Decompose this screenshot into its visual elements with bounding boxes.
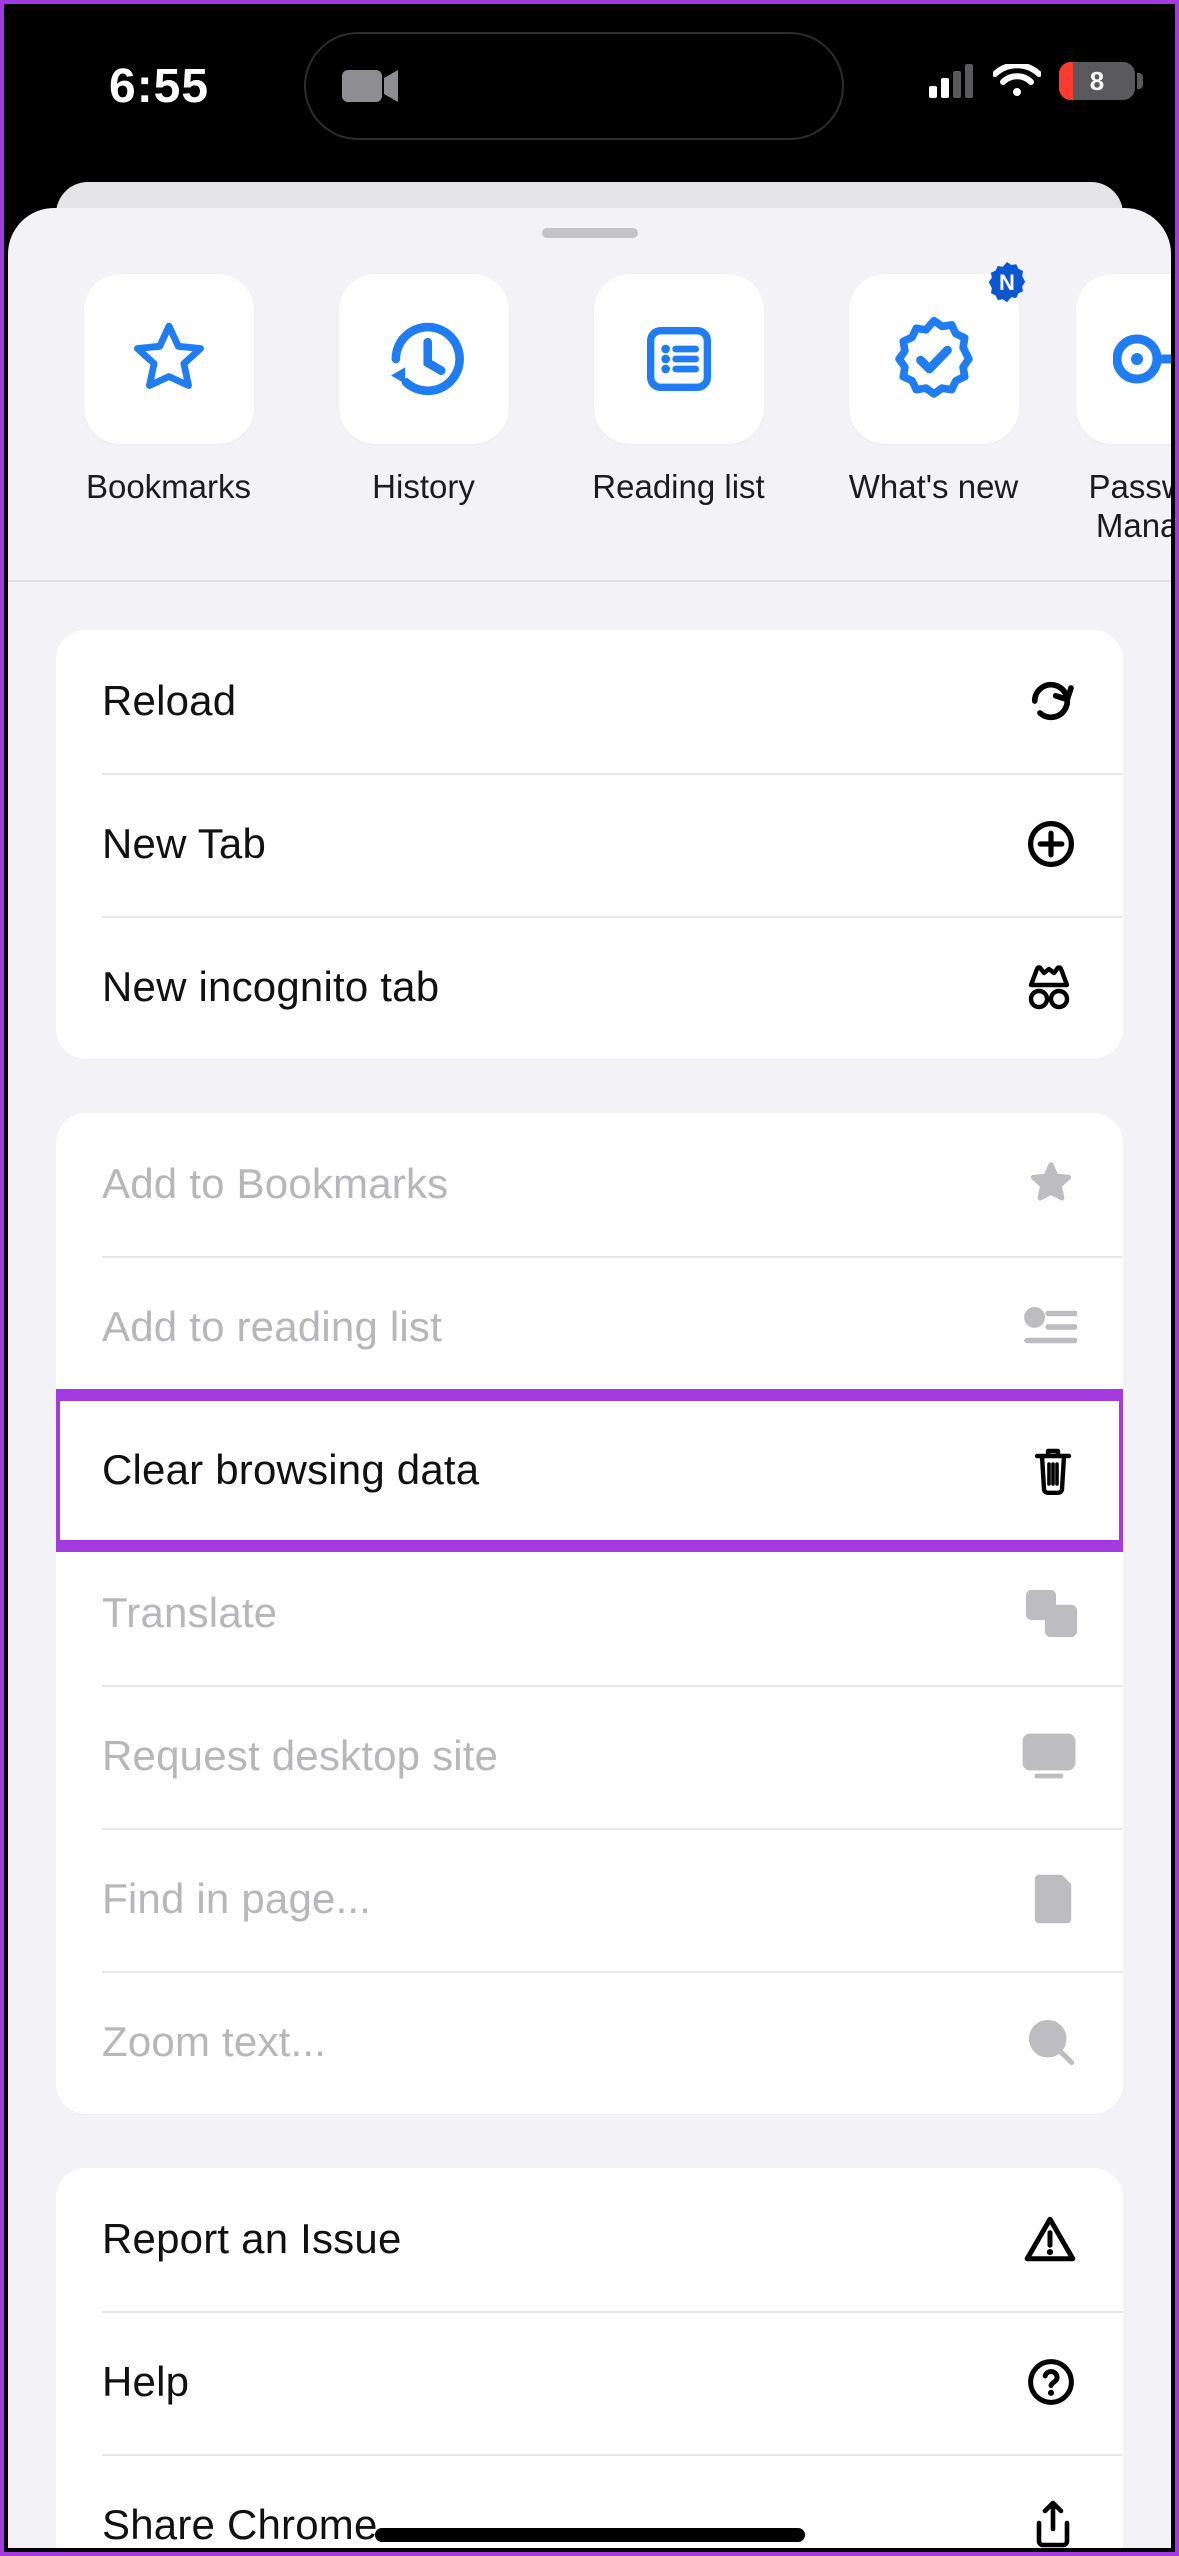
menu-item-desktop-site: Request desktop site xyxy=(56,1685,1123,1828)
zoom-in-icon xyxy=(1021,2016,1077,2068)
shortcut-label: What's new xyxy=(849,468,1019,507)
menu-item-report-issue[interactable]: Report an Issue xyxy=(56,2168,1123,2311)
star-outline-icon xyxy=(1021,1158,1077,1210)
menu-item-label: Request desktop site xyxy=(102,1732,498,1780)
shortcut-row[interactable]: Bookmarks History xyxy=(8,238,1171,582)
menu-item-incognito[interactable]: New incognito tab xyxy=(56,916,1123,1059)
new-badge-icon: N xyxy=(983,260,1031,308)
menu-item-clear-browsing-data[interactable]: Clear browsing data xyxy=(56,1399,1123,1542)
find-in-page-icon xyxy=(1021,1873,1077,1925)
menu-item-translate: Translate G 文 xyxy=(56,1542,1123,1685)
menu-item-label: Report an Issue xyxy=(102,2215,402,2263)
help-icon xyxy=(1021,2356,1077,2408)
shortcut-label: Bookmarks xyxy=(86,468,251,507)
shortcut-whats-new[interactable]: N What's new xyxy=(821,274,1046,546)
shortcut-bookmarks[interactable]: Bookmarks xyxy=(56,274,281,546)
menu-group-support: Report an Issue Help Share Chrome xyxy=(56,2168,1123,2548)
menu-item-label: Clear browsing data xyxy=(102,1446,479,1494)
wifi-icon xyxy=(993,64,1041,98)
shortcut-label: Password Manager xyxy=(1089,468,1171,546)
menu-item-label: Share Chrome xyxy=(102,2501,378,2548)
dynamic-island[interactable] xyxy=(304,32,844,140)
home-indicator[interactable] xyxy=(375,2528,805,2542)
reading-list-icon xyxy=(639,319,719,399)
menu-item-find-in-page: Find in page... xyxy=(56,1828,1123,1971)
shortcut-label: Reading list xyxy=(592,468,764,507)
sheet-grabber[interactable] xyxy=(542,228,638,238)
battery-indicator: 8 xyxy=(1059,62,1135,100)
menu-item-label: Reload xyxy=(102,677,236,725)
add-reading-icon xyxy=(1021,1305,1077,1349)
menu-item-new-tab[interactable]: New Tab xyxy=(56,773,1123,916)
camera-icon xyxy=(342,66,400,106)
shortcut-history[interactable]: History xyxy=(311,274,536,546)
cellular-icon xyxy=(929,64,975,98)
menu-item-add-bookmark: Add to Bookmarks xyxy=(56,1113,1123,1256)
menu-item-label: Translate xyxy=(102,1589,277,1637)
menu-groups: Reload New Tab New incognito tab xyxy=(8,582,1171,2548)
menu-item-label: Zoom text... xyxy=(102,2018,326,2066)
shortcut-label: History xyxy=(372,468,475,507)
trash-icon xyxy=(1021,1444,1077,1496)
status-time: 6:55 xyxy=(109,59,209,114)
shortcut-reading-list[interactable]: Reading list xyxy=(566,274,791,546)
menu-item-label: New incognito tab xyxy=(102,963,439,1011)
menu-item-help[interactable]: Help xyxy=(56,2311,1123,2454)
menu-item-reload[interactable]: Reload xyxy=(56,630,1123,773)
menu-item-label: Add to reading list xyxy=(102,1303,442,1351)
svg-text:N: N xyxy=(999,270,1015,295)
history-icon xyxy=(379,314,469,404)
plus-circle-icon xyxy=(1021,818,1077,870)
status-right: 8 xyxy=(929,62,1135,100)
svg-text:G: G xyxy=(1033,1596,1049,1618)
svg-text:文: 文 xyxy=(1052,1612,1071,1633)
key-icon xyxy=(1113,321,1171,397)
menu-item-zoom-text: Zoom text... xyxy=(56,1971,1123,2114)
reload-icon xyxy=(1021,675,1077,727)
warning-icon xyxy=(1021,2214,1077,2264)
menu-group-actions: Reload New Tab New incognito tab xyxy=(56,630,1123,1059)
shortcut-password-manager[interactable]: Password Manager xyxy=(1076,274,1171,546)
translate-icon: G 文 xyxy=(1021,1589,1077,1637)
verified-icon xyxy=(888,313,980,405)
menu-item-label: Find in page... xyxy=(102,1875,371,1923)
desktop-icon xyxy=(1021,1732,1077,1780)
menu-item-label: New Tab xyxy=(102,820,266,868)
menu-item-label: Add to Bookmarks xyxy=(102,1160,448,1208)
star-icon xyxy=(126,316,212,402)
menu-item-add-reading: Add to reading list xyxy=(56,1256,1123,1399)
status-bar: 6:55 8 xyxy=(4,4,1175,164)
menu-item-label: Help xyxy=(102,2358,189,2406)
menu-sheet: Bookmarks History xyxy=(8,208,1171,2548)
share-icon xyxy=(1021,2499,1077,2548)
menu-group-page: Add to Bookmarks Add to reading list Cle… xyxy=(56,1113,1123,2114)
battery-percent: 8 xyxy=(1090,66,1104,97)
incognito-icon xyxy=(1021,961,1077,1013)
